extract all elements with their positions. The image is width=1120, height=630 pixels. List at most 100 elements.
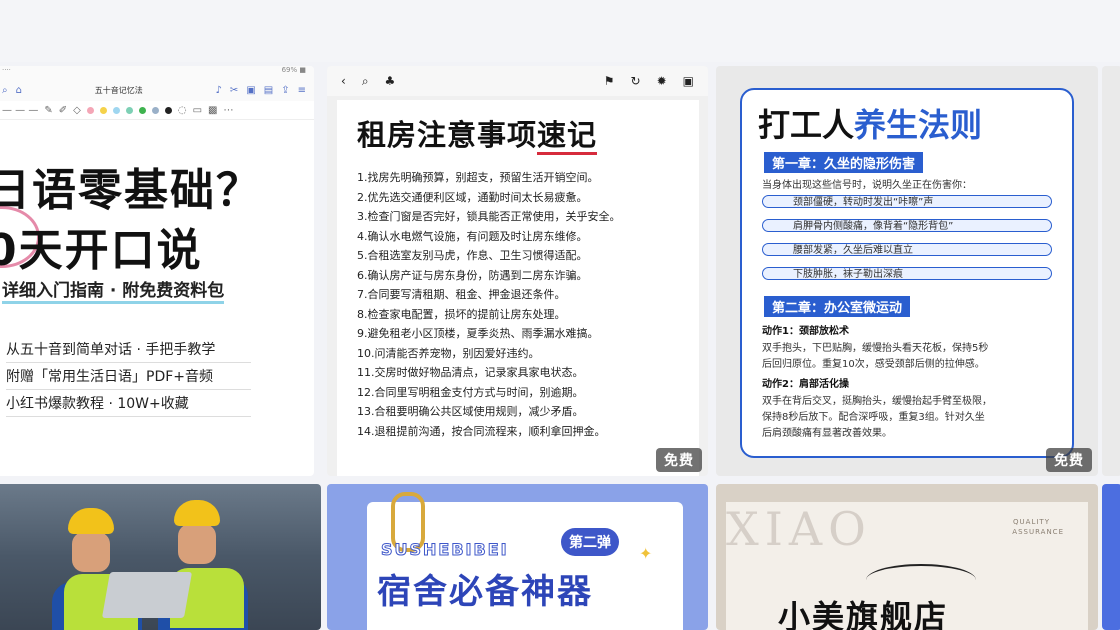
partial-card-right-bottom[interactable] — [1102, 484, 1120, 630]
image-icon[interactable]: ▣ — [246, 85, 255, 96]
title-black: 打工人 — [758, 106, 855, 144]
list-item: 14.退租提前沟通，按合同流程来，顺利拿回押金。 — [357, 424, 606, 438]
note-card-health[interactable]: 打工人养生法则 第一章：久坐的隐形伤害 当身体出现这些信号时，说明久坐正在伤害你… — [716, 66, 1098, 476]
list-item: 2.优先选交通便利区域，通勤时间太长易疲惫。 — [357, 190, 588, 204]
notes-page: 租房注意事项速记 1.找房先明确预算，别超支，预留生活开销空间。 2.优先选交通… — [337, 100, 699, 476]
pencil-icon[interactable]: ✐ — [59, 105, 67, 116]
list-item: 13.合租要明确公共区域使用规则，减少矛盾。 — [357, 405, 584, 418]
action-2-text: 保持8秒后放下。配合深呼吸，重复3组。针对久坐 — [762, 412, 985, 423]
laptop-icon — [101, 572, 193, 618]
action-2-title: 动作2：肩部活化操 — [762, 379, 849, 390]
title-main: 租房注意事项 — [357, 118, 538, 152]
menu-icon[interactable]: ≡ — [298, 85, 306, 96]
drawing-tools: — — — ✎ ✐ ◇ ◌ ▭ ▩ ⋯ — [0, 101, 314, 120]
health-poster: 打工人养生法则 第一章：久坐的隐形伤害 当身体出现这些信号时，说明久坐正在伤害你… — [740, 88, 1074, 458]
home-icon[interactable]: ⌂ — [16, 85, 22, 96]
note-card-shop[interactable]: XIAO QUALITY ASSURANCE 小美旗舰店 — [716, 484, 1098, 630]
status-bar: ···· 69% ■ — [0, 66, 314, 79]
search-icon[interactable]: ⌕ — [362, 74, 369, 89]
refresh-icon[interactable]: ↻ — [631, 74, 641, 88]
color-gray-swatch[interactable] — [151, 106, 159, 114]
list-item: 1.找房先明确预算，别超支，预留生活开销空间。 — [357, 171, 599, 184]
chat-icon[interactable]: ▭ — [193, 105, 202, 116]
battery-status: 69% ■ — [281, 66, 306, 74]
color-pink-swatch[interactable] — [86, 106, 94, 114]
list-item: 12.合同里写明租金支付方式与时间，别逾期。 — [357, 385, 584, 399]
free-badge: 免费 — [656, 448, 702, 472]
eraser-icon[interactable]: ◇ — [73, 105, 81, 116]
worker-face — [72, 532, 110, 572]
search-icon[interactable]: ⌕ — [2, 85, 8, 96]
assurance-label: ASSURANCE — [1012, 528, 1064, 536]
note-card-japanese[interactable]: ···· 69% ■ ⌕ ⌂ 五十音记忆法 ♪ ✂ ▣ ▤ ⇪ ≡ — — — … — [0, 66, 314, 476]
worker-face — [178, 524, 216, 564]
list-item: 3.检查门窗是否完好，锁具能否正常使用，关乎安全。 — [357, 210, 621, 223]
list-item: 11.交房时做好物品清点，记录家具家电状态。 — [357, 366, 584, 379]
app-title: 五十音记忆法 — [94, 85, 143, 95]
latin-title: SUSHEBIBEI — [381, 540, 509, 560]
top-bar — [0, 0, 1120, 62]
share-icon[interactable]: ⇪ — [281, 85, 289, 96]
color-teal-swatch[interactable] — [125, 106, 133, 114]
note-card-rental[interactable]: ‹ ⌕ ♣ ⚑ ↻ ✹ ▣ 租房注意事项速记 1.找房先明确预算，别超支，预留生… — [327, 66, 708, 476]
subtitle: 详细入门指南 · 附免费资料包 — [2, 276, 225, 304]
tips-list: 1.找房先明确预算，别超支，预留生活开销空间。 2.优先选交通便利区域，通勤时间… — [357, 168, 621, 441]
note-card-dorm[interactable]: SUSHEBIBEI 第二弹 ✦ 宿舍必备神器 — [327, 484, 708, 630]
color-black-swatch[interactable] — [164, 106, 172, 114]
bullet-item: 小红书爆款教程 · 10W+收藏 — [6, 393, 251, 417]
shop-name: 小美旗舰店 — [778, 598, 949, 630]
action-2-text: 双手在背后交叉，挺胸抬头，缓慢抬起手臂至极限， — [762, 396, 992, 407]
list-item: 4.确认水电燃气设施，有问题及时让房东维修。 — [357, 229, 588, 243]
bullet-item: 从五十音到简单对话 · 手把手教学 — [6, 339, 252, 363]
action-1-title: 动作1：颈部放松术 — [762, 326, 849, 337]
poster-title: 打工人养生法则 — [758, 100, 982, 146]
hard-hat-icon — [174, 500, 220, 526]
signal-item: 颈部僵硬，转动时发出“咔嚓”声 — [762, 195, 1052, 208]
list-item: 7.合同要写清租期、租金、押金退还条件。 — [357, 288, 566, 301]
list-item: 5.合租选室友别马虎，作息、卫生习惯得适配。 — [357, 249, 588, 262]
flag-icon[interactable]: ⚑ — [604, 74, 615, 88]
headline-line-2: 0天开口说 — [0, 225, 203, 276]
list-item: 9.避免租老小区顶楼，夏季炎热、雨季漏水难搞。 — [357, 327, 599, 340]
partial-card-right[interactable] — [1102, 66, 1120, 476]
watermark: XIAO — [726, 502, 872, 556]
lasso-icon[interactable]: ◌ — [178, 105, 187, 116]
list-item: 6.确认房产证与房东身份，防遇到二房东诈骗。 — [357, 268, 588, 282]
settings-icon[interactable]: ✹ — [657, 74, 667, 88]
title-blue: 养生法则 — [854, 106, 983, 144]
free-badge: 免费 — [1046, 448, 1092, 472]
chapter-1-label: 第一章：久坐的隐形伤害 — [764, 152, 924, 173]
signal-item: 下肢肿胀，袜子勒出深痕 — [762, 267, 1052, 280]
action-1-text: 后回归原位。重复10次，感受颈部后侧的拉伸感。 — [762, 359, 985, 370]
bullet-item: 附赠「常用生活日语」PDF+音频 — [6, 366, 252, 390]
photo-icon[interactable]: ▩ — [208, 105, 217, 116]
pen-icon[interactable]: ✎ — [44, 105, 52, 116]
chapter-2-label: 第二章：办公室微运动 — [764, 296, 911, 317]
line-tool-icon[interactable]: — — — — [2, 105, 38, 116]
hard-hat-icon — [68, 508, 114, 534]
action-2-text: 后肩颈酸痛有显著改善效果。 — [762, 428, 892, 439]
color-lightblue-swatch[interactable] — [112, 106, 120, 114]
list-item: 8.检查家电配置，损坏的提前让房东处理。 — [357, 307, 566, 321]
headline-line-1: 日语零基础？ — [0, 165, 262, 216]
more-icon[interactable]: ⋯ — [223, 105, 233, 116]
bell-icon[interactable]: ♣ — [385, 74, 396, 88]
scissors-icon[interactable]: ✂ — [230, 85, 238, 96]
reader-nav: ‹ ⌕ ♣ ⚑ ↻ ✹ ▣ — [327, 66, 708, 96]
color-yellow-swatch[interactable] — [99, 106, 107, 114]
lock-icon[interactable]: ▤ — [264, 85, 273, 96]
notes-title: 租房注意事项速记 — [357, 112, 598, 155]
lock-icon[interactable]: ▣ — [683, 74, 694, 88]
color-green-swatch[interactable] — [138, 106, 146, 114]
status-dots: ···· — [2, 66, 11, 74]
dorm-title: 宿舍必备神器 — [377, 572, 593, 612]
mic-icon[interactable]: ♪ — [216, 85, 222, 96]
quality-label: QUALITY — [1013, 518, 1050, 526]
note-card-workers-photo[interactable] — [0, 484, 321, 630]
title-underlined: 速记 — [537, 118, 598, 155]
chapter-1-intro: 当身体出现这些信号时，说明久坐正在伤害你： — [762, 180, 972, 191]
back-icon[interactable]: ‹ — [341, 74, 346, 88]
action-1-text: 双手抱头，下巴贴胸，缓慢抬头看天花板，保持5秒 — [762, 343, 989, 354]
series-tag: 第二弹 — [561, 528, 619, 556]
sparkle-icon: ✦ — [639, 544, 653, 563]
